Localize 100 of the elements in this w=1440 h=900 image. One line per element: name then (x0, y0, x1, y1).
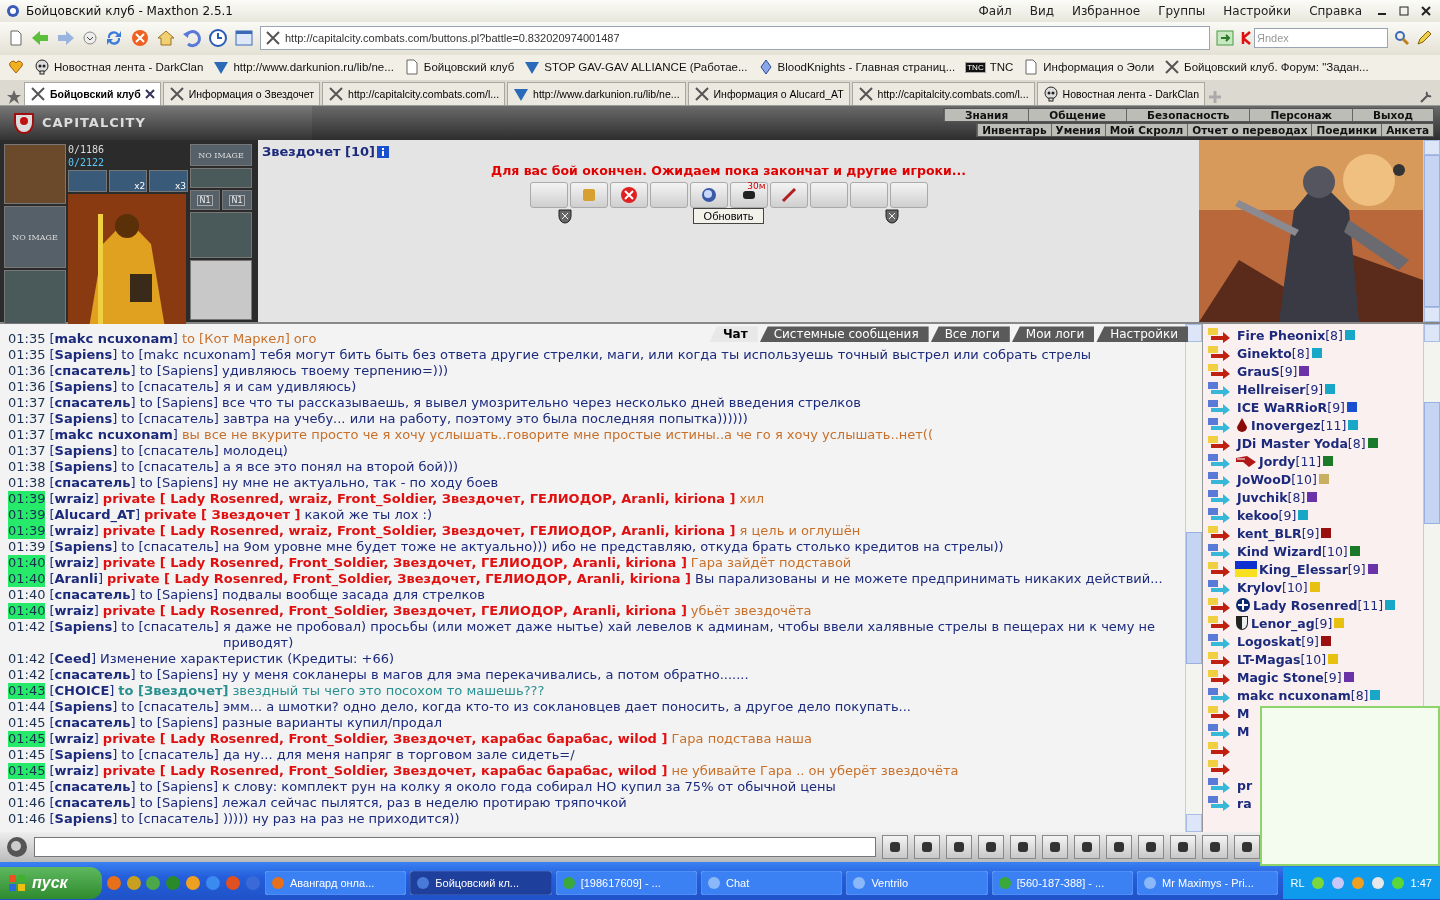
bookmark-link[interactable]: Бойцовский клуб (423, 61, 515, 74)
sender-name[interactable]: [Sapiens] (49, 347, 118, 364)
player-name[interactable]: Звездочет [10] (262, 144, 376, 160)
chat-tab[interactable]: Системные сообщения (759, 326, 929, 343)
user-name[interactable]: Lenor_ag (1251, 615, 1315, 631)
stop-icon[interactable] (130, 28, 150, 49)
sender-name[interactable]: [wraiz] (49, 731, 99, 748)
quick-launch-icon[interactable] (125, 875, 142, 892)
bookmark-link[interactable]: Новостная лента - DarkClan (54, 61, 204, 74)
sender-name[interactable]: [Ceed] (49, 651, 97, 668)
user-name[interactable]: kekoo (1237, 507, 1279, 523)
user-name[interactable]: ra (1237, 795, 1252, 811)
bookmark-link[interactable]: STOP GAV-GAV ALLIANCE (Работае... (544, 61, 748, 74)
spell-slot[interactable]: x3 (149, 170, 188, 193)
sender-name[interactable]: [спасатель] (49, 795, 136, 812)
ring-slot[interactable]: N1 (190, 190, 220, 211)
sender-name[interactable]: [wraiz] (49, 603, 99, 620)
highlighter-icon[interactable] (1416, 30, 1432, 47)
info-icon[interactable] (1299, 366, 1310, 377)
taskbar-button[interactable]: [560-187-388] - ... (991, 871, 1134, 896)
info-icon[interactable] (1349, 546, 1360, 557)
menu-item[interactable]: Вид (1023, 3, 1060, 18)
nav-link[interactable]: Умения (1050, 124, 1105, 137)
chat-tab[interactable]: Чат (708, 326, 758, 343)
bookmark-link[interactable]: TNC (989, 61, 1014, 74)
user-name[interactable]: Krylov (1237, 579, 1283, 595)
nav-link[interactable]: Поединки (1311, 124, 1382, 137)
info-icon[interactable] (1367, 564, 1378, 575)
sender-name[interactable]: [Sapiens] (49, 747, 118, 764)
sender-name[interactable]: [спасатель] (49, 363, 136, 380)
info-icon[interactable] (1321, 636, 1331, 647)
address-field[interactable]: http://capitalcity.combats.com/buttons.pl?battle=0.832020974001487 (260, 26, 1210, 51)
sender-name[interactable]: [wraiz] (49, 523, 99, 540)
browser-tab[interactable]: Информация о Звездочет (162, 81, 321, 105)
sender-name[interactable]: [спасатель] (49, 779, 136, 796)
info-icon[interactable] (1346, 402, 1357, 413)
user-name[interactable]: Fire Pheonix (1237, 327, 1326, 343)
quick-launch-icon[interactable] (145, 875, 162, 892)
close-icon[interactable] (144, 88, 155, 99)
sender-name[interactable]: [Sapiens] (49, 811, 118, 828)
shield-slot[interactable] (190, 260, 252, 321)
chat-tab[interactable]: Мои логи (1011, 326, 1095, 343)
browser-tab[interactable]: Новостная лента - DarkClan (1036, 81, 1205, 105)
sender-name[interactable]: [wraiz] (49, 555, 99, 572)
user-name[interactable]: Hellreiser (1237, 381, 1306, 397)
sender-name[interactable]: [Sapiens] (49, 459, 118, 476)
user-name[interactable]: Lady Rosenred (1253, 597, 1358, 613)
user-name[interactable]: Magic Stone (1237, 669, 1324, 685)
chat-tab[interactable]: Настройки (1096, 326, 1188, 343)
tray-icon[interactable] (1330, 876, 1345, 891)
browser-tab[interactable]: Информация о Alucard_AT (687, 81, 850, 105)
nav-link[interactable]: Инвентарь (977, 124, 1051, 137)
user-name[interactable]: M (1237, 723, 1250, 739)
sender-name[interactable]: [спасатель] (49, 395, 136, 412)
empty-slot[interactable]: NO IMAGE (190, 144, 252, 167)
user-name[interactable]: Inovergez (1251, 417, 1321, 433)
browser-tab[interactable]: http://capitalcity.combats.com/l... (851, 81, 1035, 105)
nav-link[interactable]: Персонаж (1249, 109, 1353, 122)
item-slot[interactable] (190, 168, 252, 189)
user-name[interactable]: kent_BLR (1237, 525, 1302, 541)
taskbar-button[interactable]: Авангард онла... (264, 871, 407, 896)
sender-name[interactable]: [Alucard_AT] (49, 507, 140, 524)
spell-slot[interactable]: x2 (108, 170, 148, 193)
sender-name[interactable]: [спасатель] (49, 587, 136, 604)
sender-name[interactable]: [Sapiens] (49, 411, 118, 428)
quick-launch-icon[interactable] (105, 875, 122, 892)
taskbar-button[interactable]: Mr Maximys - Pri... (1137, 871, 1279, 896)
nav-link[interactable]: Безопасность (1125, 109, 1250, 122)
sender-name[interactable]: [Sapiens] (49, 443, 118, 460)
scrollbar[interactable] (1423, 140, 1440, 323)
quick-launch-icon[interactable] (205, 875, 222, 892)
quick-launch-icon[interactable] (185, 875, 202, 892)
menu-item[interactable]: Избранное (1066, 3, 1147, 18)
user-name[interactable]: LT-Magas (1237, 651, 1301, 667)
chat-tab[interactable]: Все логи (930, 326, 1010, 343)
restore-icon[interactable] (1396, 3, 1412, 18)
clock-icon[interactable] (208, 28, 228, 49)
message-input[interactable] (34, 837, 876, 858)
menu-item[interactable]: Файл (972, 3, 1018, 18)
info-icon[interactable] (1307, 492, 1318, 503)
sender-name[interactable]: [спасатель] (49, 475, 136, 492)
nav-link[interactable]: Знания (944, 109, 1029, 122)
sender-name[interactable]: [Sapiens] (49, 619, 118, 652)
speaker-head-icon[interactable] (6, 836, 28, 859)
taskbar-button[interactable]: Chat (701, 871, 843, 896)
taskbar-button[interactable]: Бойцовский кл... (410, 871, 552, 896)
user-name[interactable]: M (1237, 705, 1250, 721)
bookmark-link[interactable]: Информация о Эоли (1043, 61, 1155, 74)
user-name[interactable]: JDi Master Yoda (1237, 435, 1348, 451)
info-icon[interactable] (1367, 438, 1378, 449)
armor-slot[interactable] (190, 212, 252, 259)
user-name[interactable]: Jordy (1259, 453, 1296, 469)
sender-name[interactable]: [спасатель] (49, 667, 136, 684)
undo-icon[interactable] (182, 28, 202, 49)
empty-slot[interactable]: NO IMAGE (4, 206, 66, 269)
info-icon[interactable] (1323, 456, 1334, 467)
nav-link[interactable]: Отчет о переводах (1187, 124, 1312, 137)
browser-tab[interactable]: Бойцовский клуб (24, 81, 161, 105)
user-name[interactable]: Juvchik (1237, 489, 1288, 505)
cancel-icon[interactable] (618, 185, 639, 206)
